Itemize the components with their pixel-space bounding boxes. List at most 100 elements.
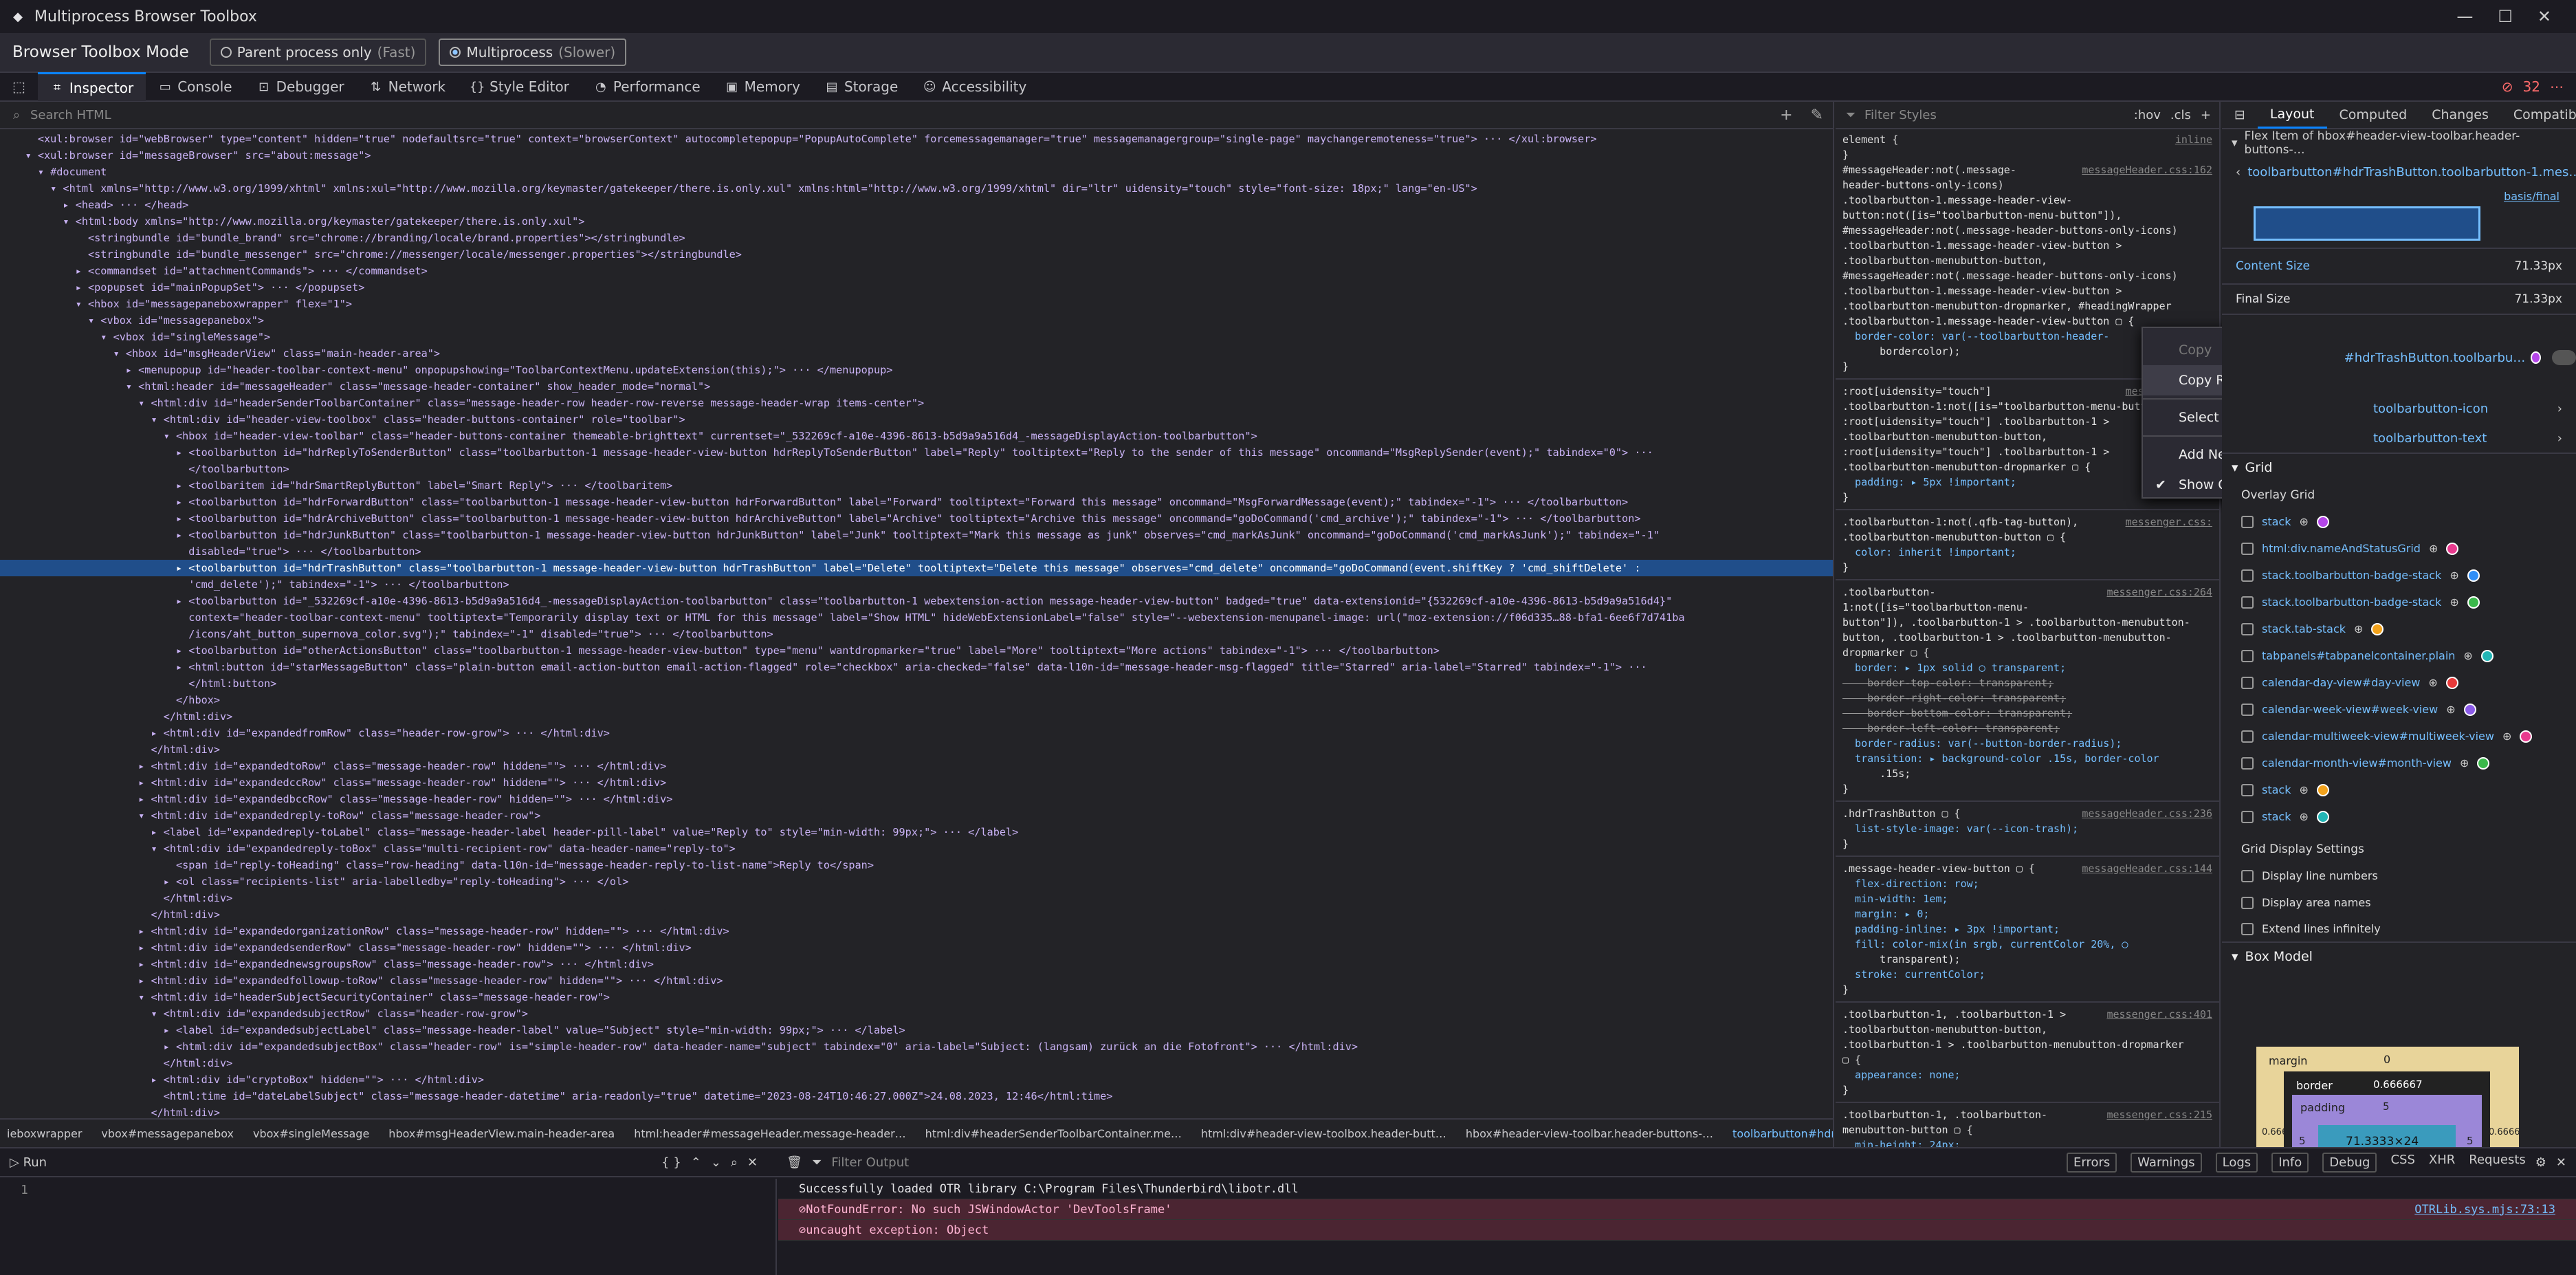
rule-line[interactable]: flex-direction: row; <box>1842 876 2212 891</box>
color-swatch[interactable] <box>2477 756 2490 770</box>
markup-tree[interactable]: <xul:browser id="webBrowser" type="conte… <box>0 131 1833 1118</box>
tab-compatibility[interactable]: Compatibility <box>2501 102 2576 129</box>
markup-node-line[interactable]: </html:div> <box>0 741 1833 758</box>
rule-line[interactable]: ▢ { <box>1842 1052 2212 1067</box>
color-swatch[interactable] <box>2446 542 2459 555</box>
checkbox[interactable] <box>2241 730 2254 743</box>
rule-line[interactable]: .toolbarbutton-menubutton-button ▢ { <box>1842 530 2212 545</box>
flex-container-row[interactable]: #hdrTrashButton.toolbarbu… <box>2222 342 2576 373</box>
markup-node-line[interactable]: 'cmd_delete');" tabindex="-1"> ··· </too… <box>0 576 1833 593</box>
clear-console-icon[interactable]: 🗑 <box>786 1155 802 1170</box>
message-source-link[interactable]: OTRLib.sys.mjs:73:13 <box>2414 1203 2555 1217</box>
add-rule-icon[interactable]: + <box>2201 108 2211 122</box>
rule-line[interactable]: messenger.css: .toolbarbutton-1:not(.qfb-… <box>1842 514 2212 530</box>
target-icon[interactable]: ⊕ <box>2450 569 2458 582</box>
rule-line[interactable]: .toolbarbutton-1.message-header-view- <box>1842 193 2212 208</box>
pretty-print-icon[interactable]: { } <box>661 1155 681 1170</box>
rule-line[interactable]: min-height: 24px; <box>1842 1137 2212 1147</box>
markup-node-line[interactable]: ▾ <hbox id="header-view-toolbar" class="… <box>0 428 1833 444</box>
flex-item-header[interactable]: ▾ Flex Item of hbox#header-view-toolbar.h… <box>2222 129 2576 157</box>
markup-node-line[interactable]: ▸ <head> ··· </head> <box>0 197 1833 213</box>
rule-line[interactable]: padding-inline: ▸ 3px !important; <box>1842 922 2212 937</box>
markup-node-line[interactable]: ▸ <toolbarbutton id="otherActionsButton"… <box>0 642 1833 659</box>
grid-overlay-item[interactable]: calendar-multiweek-view#multiweek-view ⊕ <box>2222 723 2576 750</box>
tab-memory[interactable]: ▣ Memory <box>713 72 813 101</box>
maximize-button[interactable]: ☐ <box>2498 7 2513 26</box>
markup-node-line[interactable]: </html:div> <box>0 906 1833 923</box>
grid-overlay-item[interactable]: stack ⊕ <box>2222 508 2576 535</box>
checkbox[interactable] <box>2241 922 2254 935</box>
checkbox[interactable] <box>2241 869 2254 882</box>
markup-node-line[interactable]: ▾ <html:div id="expandedreply-toRow" cla… <box>0 807 1833 824</box>
markup-node-line[interactable]: ▸ <popupset id="mainPopupSet"> ··· </pop… <box>0 279 1833 296</box>
rule-source-link[interactable]: messageHeader.css:162 <box>2082 162 2212 177</box>
rule-line[interactable]: } <box>1842 781 2212 796</box>
history-up-icon[interactable]: ⌃ <box>691 1155 701 1170</box>
console-filter-debug[interactable]: Debug <box>2322 1152 2377 1173</box>
color-swatch[interactable] <box>2531 351 2542 364</box>
markup-node-line[interactable]: ▾ <html:div id="expandedreply-toBox" cla… <box>0 840 1833 857</box>
color-swatch[interactable] <box>2520 730 2533 743</box>
checkbox[interactable] <box>2241 676 2254 689</box>
markup-node-line[interactable]: ▾ <html xmlns="http://www.w3.org/1999/xh… <box>0 180 1833 197</box>
markup-node-line[interactable]: ▸ <html:div id="expandedccRow" class="me… <box>0 774 1833 791</box>
checkbox[interactable] <box>2241 515 2254 528</box>
target-icon[interactable]: ⊕ <box>2460 756 2469 770</box>
display-area-names-option[interactable]: Display area names <box>2222 889 2576 916</box>
markup-node-line[interactable]: /icons/aht_button_supernova_color.svg");… <box>0 626 1833 642</box>
markup-node-line[interactable]: ▸ <html:button id="starMessageButton" cl… <box>0 659 1833 675</box>
markup-node-line[interactable]: ▸ <html:div id="expandedsenderRow" class… <box>0 939 1833 956</box>
target-icon[interactable]: ⊕ <box>2354 622 2363 635</box>
grid-overlay-item[interactable]: html:div.nameAndStatusGrid ⊕ <box>2222 535 2576 562</box>
markup-node-line[interactable]: ▸ <html:div id="expandedtoRow" class="me… <box>0 758 1833 774</box>
rule-source-link[interactable]: inline <box>2175 132 2212 147</box>
tab-inspector[interactable]: ⌗ Inspector <box>37 72 146 101</box>
breadcrumb-item[interactable]: vbox#singleMessage <box>253 1127 369 1140</box>
color-swatch[interactable] <box>2316 515 2329 528</box>
markup-node-line[interactable]: ▾ <vbox id="messagepanebox"> <box>0 312 1833 329</box>
target-icon[interactable]: ⊕ <box>2299 810 2308 823</box>
tab-layout[interactable]: Layout <box>2257 102 2327 129</box>
console-filter-xhr[interactable]: XHR <box>2429 1153 2455 1173</box>
rule-line[interactable]: } <box>1842 1082 2212 1098</box>
rule-line[interactable]: transition: ▸ background-color .15s, bor… <box>1842 751 2212 766</box>
console-editor[interactable]: 1 <box>0 1179 777 1275</box>
rule-line[interactable]: } <box>1842 982 2212 997</box>
markup-node-line[interactable]: ▸ <toolbarbutton id="hdrJunkButton" clas… <box>0 527 1833 543</box>
tab-performance[interactable]: ◔ Performance <box>582 72 713 101</box>
markup-node-line[interactable]: ▾ <html:div id="headerSubjectSecurityCon… <box>0 989 1833 1005</box>
grid-overlay-item[interactable]: stack ⊕ <box>2222 776 2576 803</box>
console-message[interactable]: ⊘ uncaught exception: Object <box>778 1220 2576 1241</box>
rule-line[interactable]: dropmarker ▢ { <box>1842 645 2212 660</box>
target-icon[interactable]: ⊕ <box>2299 783 2308 796</box>
markup-node-line[interactable]: ▸ <toolbarbutton id="hdrArchiveButton" c… <box>0 510 1833 527</box>
flex-item-selector[interactable]: ‹ toolbarbutton#hdrTrashButton.toolbarbut… <box>2222 157 2576 187</box>
box-model-header[interactable]: ▾ Box Model <box>2222 943 2576 970</box>
breadcrumb-item[interactable]: toolbarbutton#hdrTrashButton.toolbarbutt… <box>1732 1127 1833 1140</box>
markup-node-line[interactable]: ▾ <html:div id="expandedsubjectRow" clas… <box>0 1005 1833 1022</box>
console-filter-logs[interactable]: Logs <box>2215 1152 2258 1173</box>
markup-node-line[interactable]: ▸ <html:div id="expandedfromRow" class="… <box>0 725 1833 741</box>
console-filter-requests[interactable]: Requests <box>2469 1153 2526 1173</box>
rule-line[interactable]: messageHeader.css:236 .hdrTrashButton ▢ { <box>1842 806 2212 821</box>
search-input[interactable]: Search HTML <box>30 108 111 122</box>
tab-changes[interactable]: Changes <box>2419 102 2501 129</box>
breadcrumb-item[interactable]: ieboxwrapper <box>7 1127 82 1140</box>
color-swatch[interactable] <box>2480 649 2494 662</box>
breadcrumb-item[interactable]: hbox#header-view-toolbar.header-buttons-… <box>1466 1127 1713 1140</box>
console-filter-info[interactable]: Info <box>2271 1152 2309 1173</box>
console-message[interactable]: ⊘ NotFoundError: No such JSWindowActor '… <box>778 1199 2576 1220</box>
rule-line[interactable]: stroke: currentColor; <box>1842 967 2212 982</box>
rule-source-link[interactable]: messenger.css:264 <box>2106 585 2212 600</box>
breadcrumb-item[interactable]: hbox#msgHeaderView.main-header-area <box>388 1127 615 1140</box>
markup-node-line[interactable]: <stringbundle id="bundle_brand" src="chr… <box>0 230 1833 246</box>
close-editor-icon[interactable]: ✕ <box>747 1155 758 1170</box>
markup-node-line[interactable]: ▸ <html:div id="expandedorganizationRow"… <box>0 923 1833 939</box>
rule-line[interactable]: .toolbarbutton-menubutton-dropmarker, #h… <box>1842 298 2212 314</box>
console-filter-errors[interactable]: Errors <box>2067 1152 2117 1173</box>
markup-node-line[interactable]: ▸ <html:div id="expandedbccRow" class="m… <box>0 791 1833 807</box>
markup-node-line[interactable]: ▾ #document <box>0 164 1833 180</box>
filter-output-input[interactable]: Filter Output <box>831 1155 909 1170</box>
markup-node-line[interactable]: <html:time id="dateLabelSubject" class="… <box>0 1088 1833 1104</box>
reverse-search-icon[interactable]: ⌕ <box>731 1155 738 1170</box>
